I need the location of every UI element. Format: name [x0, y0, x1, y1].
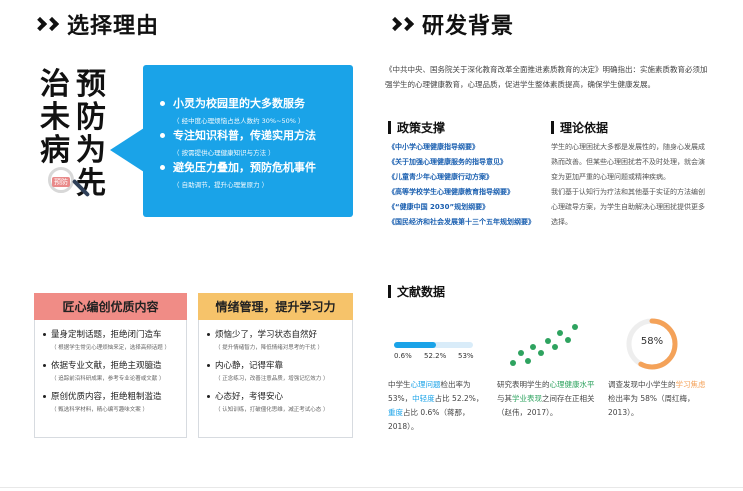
theory-paragraph: 学生的心理困扰大多都是发展性的，随身心发展成熟而改善。但某些心理困扰若不及时处理… — [551, 143, 705, 181]
literature-text-2: 研究表明学生的心理健康水平与其学业表现之间存在正相关（赵伟，2017）。 — [497, 380, 595, 417]
slogan-column-2: 预 防 为 先 — [76, 67, 106, 201]
right-section-title: 研发背景 — [387, 8, 514, 40]
bar-label-left: 0.6% — [394, 352, 412, 360]
theory-paragraph: 我们基于认知行为疗法和其他基于实证的方法编创心理疏导方案，为学生自助解决心理困扰… — [551, 188, 705, 226]
theory-heading: 理论依据 — [551, 119, 608, 136]
bullet-icon — [160, 101, 165, 106]
policy-item: 《“健康中国 2030”规划纲要》 — [388, 203, 490, 211]
bar-label-mid: 52.2% — [424, 352, 447, 360]
progress-bar — [394, 342, 473, 348]
scatter-dot — [545, 338, 551, 344]
double-chevron-icon — [32, 16, 60, 32]
policy-heading: 政策支撑 — [388, 119, 445, 136]
scatter-dot — [530, 344, 536, 350]
bullet-icon — [160, 165, 165, 170]
bullet-icon — [43, 332, 46, 336]
emotion-management-card: 情绪管理，提升学习力 烦恼少了，学习状态自然好 （ 提升情绪智力，降低情绪对思考… — [198, 293, 353, 438]
left-section-title: 选择理由 — [32, 8, 159, 40]
intro-paragraph: 《中共中央、国务院关于深化教育改革全面推进素质教育的决定》明确指出：实施素质教育… — [385, 65, 708, 89]
scatter-dot — [572, 324, 578, 330]
literature-heading: 文献数据 — [388, 283, 445, 300]
magnifier-tag: 预防 — [52, 177, 70, 187]
card-body: 量身定制话题，拒绝闭门造车 （ 根据学生常见心理烦恼来定，选择高频话题 ） 依据… — [34, 320, 187, 438]
policy-list: 《中小学心理健康指导纲要》 《关于加强心理健康服务的指导意见》 《儿童青少年心理… — [388, 140, 543, 230]
bullet-icon — [43, 394, 46, 398]
policy-item: 《关于加强心理健康服务的指导意见》 — [388, 158, 507, 166]
policy-item: 《中小学心理健康指导纲要》 — [388, 143, 479, 151]
literature-text-3: 调查发现中小学生的学习焦虑检出率为 58%（周红梅，2013）。 — [608, 380, 706, 417]
card-item: 原创优质内容，拒绝粗制滥造 （ 甄选科学材料，精心编写趣味文案 ） — [43, 390, 178, 413]
card-item: 烦恼少了，学习状态自然好 （ 提升情绪智力，降低情绪对思考的干扰 ） — [207, 328, 344, 351]
card-item: 依据专业文献，拒绝主观臆造 （ 追踪前沿科研成果，参考专业论著或文献 ） — [43, 359, 178, 382]
bullet-icon — [207, 332, 210, 336]
scatter-dot — [510, 360, 516, 366]
policy-item: 《国民经济和社会发展第十三个五年规划纲要》 — [388, 218, 535, 226]
card-title: 情绪管理，提升学习力 — [198, 293, 353, 320]
bar-label-right: 53% — [458, 352, 474, 360]
progress-bar-fill — [394, 342, 436, 348]
card-title: 匠心编创优质内容 — [34, 293, 187, 320]
card-item: 量身定制话题，拒绝闭门造车 （ 根据学生常见心理烦恼来定，选择高频话题 ） — [43, 328, 178, 351]
bullet-icon — [43, 363, 46, 367]
heading-bar — [388, 121, 391, 134]
literature-text-1: 中学生心理问题检出率为 53%，中轻度占比 52.2%，重度占比 0.6%（蒋那… — [388, 380, 484, 431]
scatter-dot — [525, 358, 531, 364]
scatter-dot — [557, 330, 563, 336]
slogan-column-1: 治 未 病 — [40, 67, 70, 168]
donut-label: 58% — [640, 336, 664, 347]
scatter-dot — [538, 350, 544, 356]
heading-bar — [388, 285, 391, 298]
theory-text: 学生的心理困扰大多都是发展性的，随身心发展成熟而改善。但某些心理困扰若不及时处理… — [551, 140, 711, 230]
reason-item-1: 小灵为校园里的大多数服务 （ 经中度心理烦恼占总人数约 30%~50% ） — [160, 95, 305, 125]
card-item: 心态好，考得安心 （ 认知训练，打破僵化思维，减正考试心态 ） — [207, 390, 344, 413]
card-item: 内心静，记得牢靠 （ 正念练习，改善注意品质，增强记忆效力 ） — [207, 359, 344, 382]
reason-item-2: 专注知识科普，传递实用方法 （ 按需提供心理健康知识与方法 ） — [160, 127, 316, 157]
policy-item: 《儿童青少年心理健康行动方案》 — [388, 173, 493, 181]
scatter-dot — [552, 344, 558, 350]
scatter-dot — [518, 350, 524, 356]
quality-content-card: 匠心编创优质内容 量身定制话题，拒绝闭门造车 （ 根据学生常见心理烦恼来定，选择… — [34, 293, 187, 438]
reason-item-3: 避免压力叠加，预防危机事件 （ 自助调节，提升心理复原力 ） — [160, 159, 316, 189]
double-chevron-icon — [387, 16, 415, 32]
scatter-dot — [565, 337, 571, 343]
heading-bar — [551, 121, 554, 134]
page-divider — [0, 487, 743, 488]
bullet-icon — [160, 133, 165, 138]
bullet-icon — [207, 394, 210, 398]
bullet-icon — [207, 363, 210, 367]
card-body: 烦恼少了，学习状态自然好 （ 提升情绪智力，降低情绪对思考的干扰 ） 内心静，记… — [198, 320, 353, 438]
policy-item: 《高等学校学生心理健康教育指导纲要》 — [388, 188, 514, 196]
speech-pointer — [110, 128, 144, 172]
